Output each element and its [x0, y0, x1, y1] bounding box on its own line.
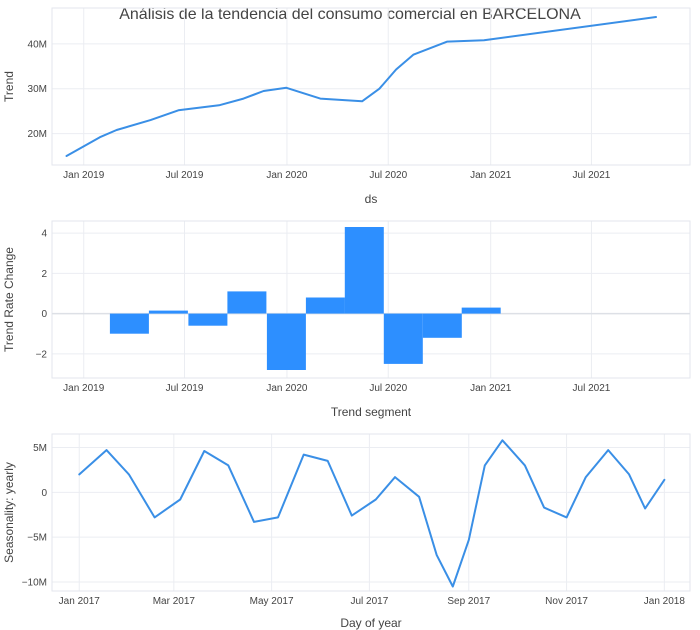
trend-panel: Jan 2019 Jul 2019 Jan 2020 Jul 2020 Jan 2021… [2, 7, 691, 206]
y-axis-label: Seasonality: yearly [2, 462, 16, 563]
x-tick-label: Mar 2017 [153, 596, 196, 607]
y-tick-label: 30M [28, 84, 47, 95]
y-tick-label: 40M [28, 39, 47, 50]
x-tick-label: Jan 2019 [63, 170, 105, 181]
x-tick-label: Nov 2017 [545, 596, 588, 607]
x-tick-label: Jan 2019 [63, 383, 105, 394]
figure: Análisis de la tendencia del consumo com… [2, 6, 691, 630]
x-tick-label: Jul 2019 [166, 383, 204, 394]
x-tick-label: Jan 2018 [644, 596, 686, 607]
y-tick-label: 0 [41, 309, 47, 320]
bar [188, 313, 228, 326]
bar [344, 227, 384, 314]
x-tick-label: Jul 2019 [166, 170, 204, 181]
x-tick-label: Jan 2017 [59, 596, 101, 607]
y-tick-label: −5M [27, 533, 47, 544]
x-axis-label: ds [365, 192, 378, 206]
y-tick-label: 0 [41, 488, 47, 499]
x-axis-label: Day of year [340, 616, 401, 630]
series-line [65, 16, 657, 157]
bar [461, 307, 501, 314]
x-tick-label: Jul 2017 [350, 596, 388, 607]
plot-frame [51, 7, 691, 166]
bar [422, 313, 462, 338]
bar [227, 291, 267, 314]
y-axis-label: Trend [2, 71, 16, 102]
x-tick-label: Jul 2020 [369, 170, 407, 181]
x-tick-label: Jul 2020 [369, 383, 407, 394]
x-tick-label: Sep 2017 [447, 596, 490, 607]
x-axis-label: Trend segment [331, 405, 412, 419]
x-tick-label: Jan 2020 [266, 170, 308, 181]
x-tick-label: Jul 2021 [573, 383, 611, 394]
chart-title: Análisis de la tendencia del consumo com… [119, 6, 581, 23]
bar [305, 297, 345, 314]
bar [383, 313, 423, 364]
yearly-seasonality-panel: Jan 2017 Mar 2017 May 2017 Jul 2017 Sep 2017… [2, 433, 691, 630]
plot-frame [51, 433, 691, 592]
bar [266, 313, 306, 370]
bar [109, 313, 149, 334]
x-tick-label: Jan 2021 [470, 383, 512, 394]
trend-rate-change-panel: Jan 2019 Jul 2019 Jan 2020 Jul 2020 Jan 2021… [2, 220, 691, 419]
y-tick-label: 20M [28, 129, 47, 140]
y-axis-label: Trend Rate Change [2, 247, 16, 352]
y-tick-label: 4 [41, 229, 47, 240]
bar [148, 310, 188, 314]
x-tick-label: Jan 2020 [266, 383, 308, 394]
y-tick-label: 2 [41, 269, 47, 280]
y-tick-label: 5M [33, 443, 47, 454]
x-tick-label: Jan 2021 [470, 170, 512, 181]
y-tick-label: −2 [36, 349, 48, 360]
series-line [78, 439, 666, 588]
y-tick-label: −10M [22, 578, 47, 589]
x-tick-label: May 2017 [250, 596, 294, 607]
x-tick-label: Jul 2021 [573, 170, 611, 181]
